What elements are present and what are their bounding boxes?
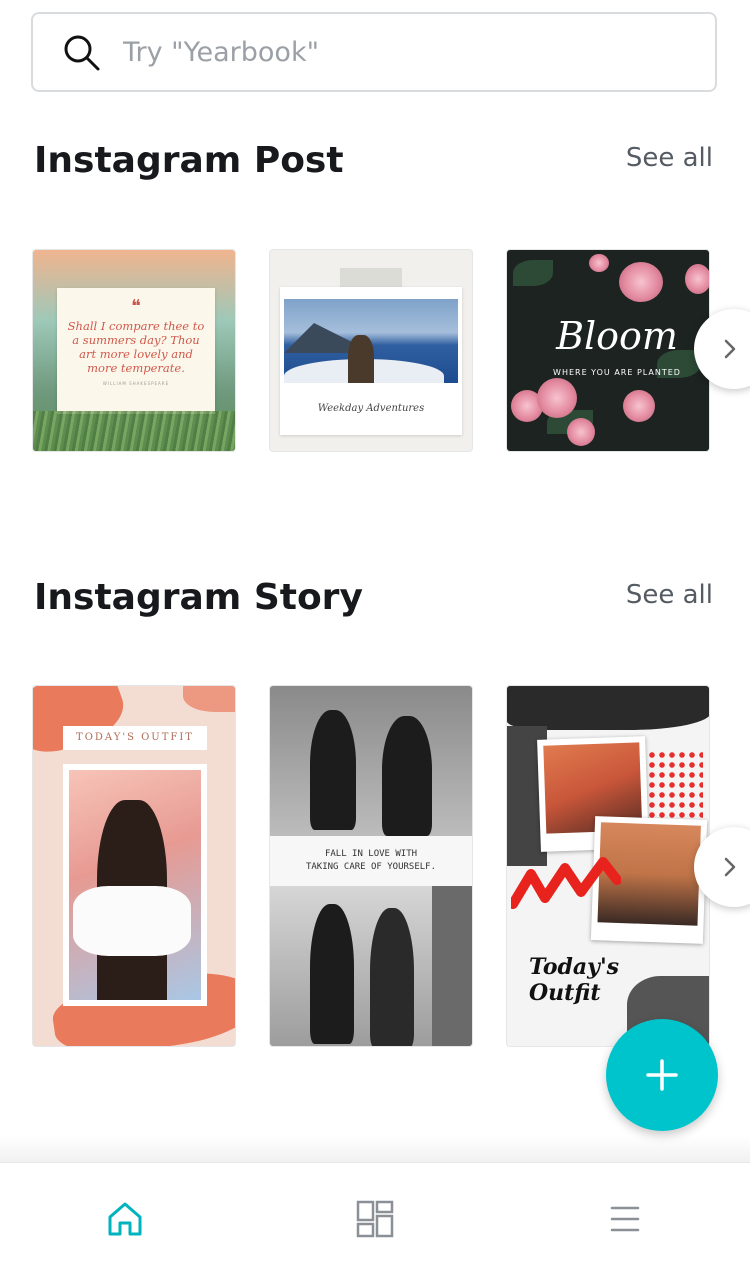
create-design-button[interactable]: [606, 1019, 718, 1131]
collage-title-line1: Today's: [529, 954, 620, 980]
section-title-instagram-post: Instagram Post: [34, 140, 344, 181]
bottom-navigation: [0, 1162, 750, 1275]
polaroid-frame: Weekday Adventures: [280, 287, 462, 435]
chevron-right-icon: [724, 339, 736, 359]
photo-caption: Weekday Adventures: [317, 403, 425, 414]
story-photo-frame: [63, 764, 207, 1006]
quote-text: Shall I compare thee to a summers day? T…: [67, 319, 205, 375]
bloom-title: Bloom: [556, 314, 678, 358]
plus-icon: [646, 1059, 678, 1091]
template-card-quote[interactable]: ❝ Shall I compare thee to a summers day?…: [32, 249, 236, 452]
bottom-nav-shadow: [0, 1135, 750, 1163]
see-all-instagram-story[interactable]: See all: [626, 580, 713, 610]
menu-icon: [610, 1206, 640, 1232]
search-bar[interactable]: [31, 12, 717, 92]
quote-author: WILLIAM SHAKESPEARE: [102, 381, 170, 386]
grass-decoration: [33, 411, 235, 451]
nav-home[interactable]: [103, 1197, 147, 1241]
search-input[interactable]: [121, 35, 685, 69]
fitness-photo-top: [270, 686, 472, 836]
red-dots-decoration: [647, 750, 703, 822]
chevron-right-icon: [724, 857, 736, 877]
collage-title-line2: Outfit: [529, 980, 601, 1006]
template-card-weekday-adventures[interactable]: Weekday Adventures: [269, 249, 473, 452]
boat-dog-photo: [284, 299, 458, 383]
template-card-collage-outfit[interactable]: Today's Outfit: [506, 685, 710, 1047]
template-card-fitness[interactable]: FALL IN LOVE WITH TAKING CARE OF YOURSEL…: [269, 685, 473, 1047]
red-brush-decoration: [511, 857, 621, 909]
search-icon: [64, 35, 100, 71]
template-row-instagram-post: ❝ Shall I compare thee to a summers day?…: [32, 249, 750, 453]
grid-icon: [356, 1200, 394, 1238]
home-icon: [108, 1202, 142, 1236]
bloom-subtitle: WHERE YOU ARE PLANTED: [553, 368, 681, 377]
section-title-instagram-story: Instagram Story: [34, 577, 363, 618]
app-screen: Instagram Post See all ❝ Shall I compare…: [0, 0, 750, 1275]
fitness-text-line2: TAKING CARE OF YOURSELF.: [305, 862, 437, 872]
nav-designs[interactable]: [353, 1197, 397, 1241]
see-all-instagram-post[interactable]: See all: [626, 143, 713, 173]
quote-paper: ❝ Shall I compare thee to a summers day?…: [57, 288, 215, 414]
fitness-text-line1: FALL IN LOVE WITH: [324, 849, 418, 859]
collage-title: Today's Outfit: [529, 954, 629, 1006]
fitness-text: FALL IN LOVE WITH TAKING CARE OF YOURSEL…: [270, 848, 472, 874]
template-row-instagram-story: TODAY'S OUTFIT FALL IN LOVE WITH TAKING …: [32, 685, 750, 1049]
quote-mark: ❝: [131, 296, 141, 317]
nav-menu[interactable]: [603, 1197, 647, 1241]
template-card-bloom[interactable]: Bloom WHERE YOU ARE PLANTED: [506, 249, 710, 452]
template-card-todays-outfit[interactable]: TODAY'S OUTFIT: [32, 685, 236, 1047]
story-label: TODAY'S OUTFIT: [63, 726, 207, 750]
fitness-photo-bottom: [270, 886, 472, 1046]
